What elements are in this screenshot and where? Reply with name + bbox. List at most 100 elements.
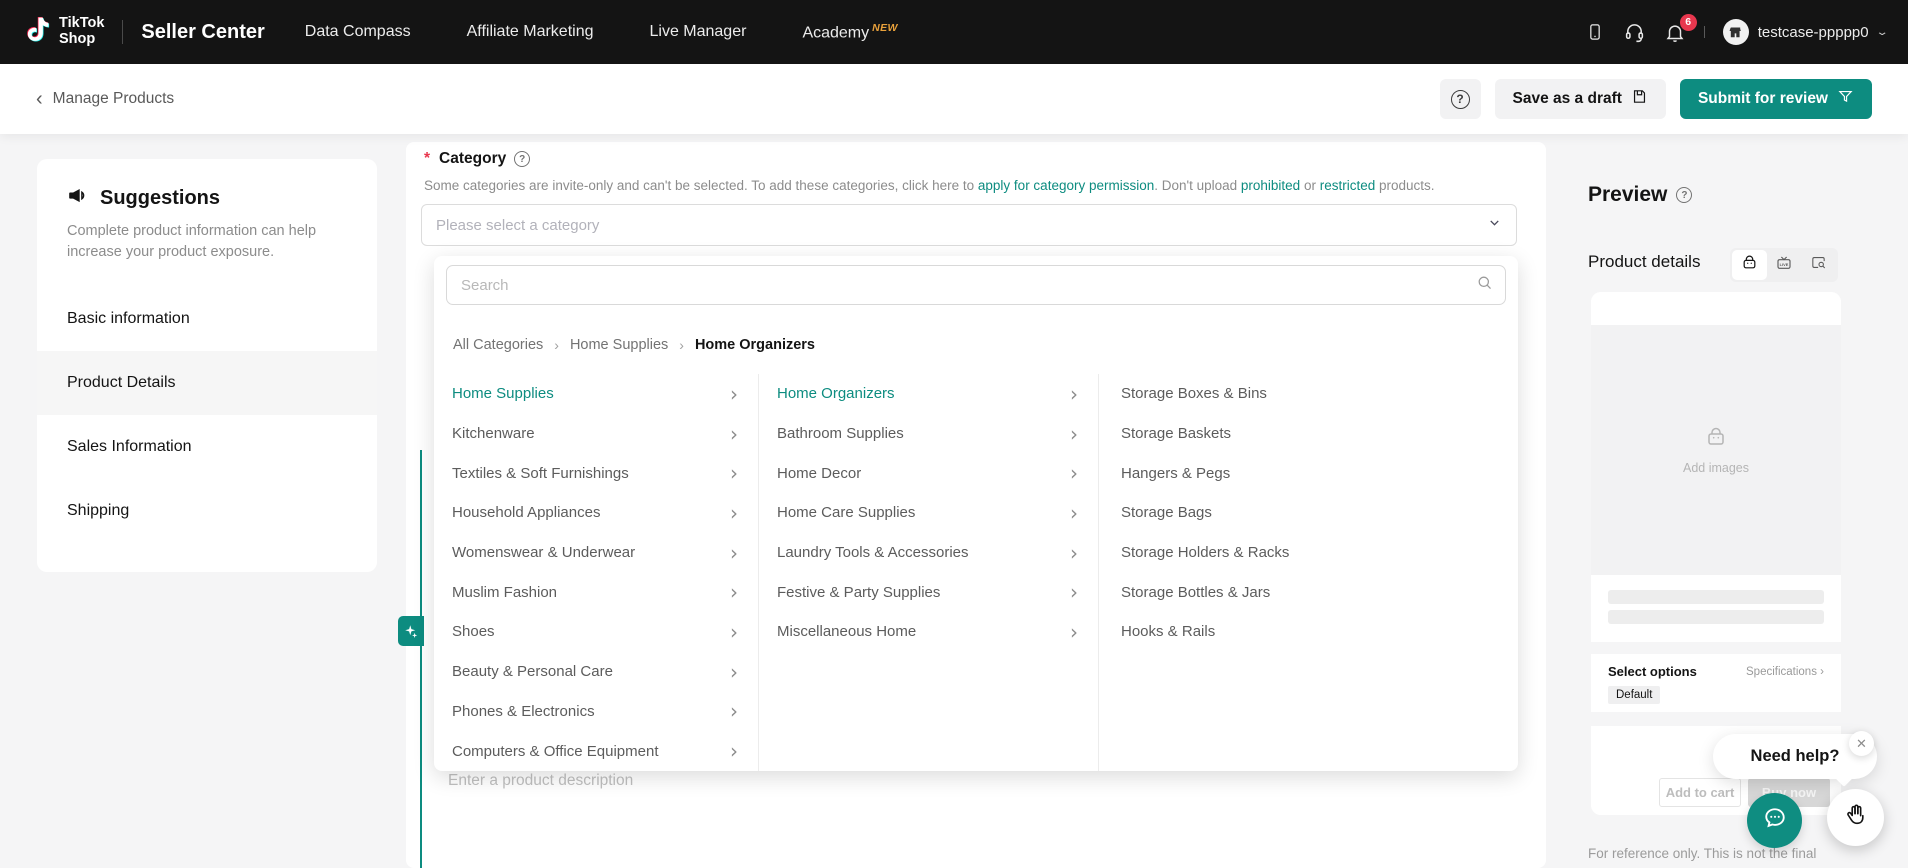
close-icon[interactable]: ✕ bbox=[1849, 731, 1874, 756]
chevron-right-icon: › bbox=[730, 741, 738, 761]
hand-cursor-button[interactable] bbox=[1827, 789, 1884, 846]
navbar-mini-divider bbox=[1704, 26, 1705, 38]
skeleton-bar bbox=[1608, 610, 1824, 624]
suggestions-nav: Basic information Product Details Sales … bbox=[37, 287, 377, 543]
category-search-input[interactable] bbox=[459, 276, 1468, 295]
category-option[interactable]: Kitchenware› bbox=[434, 414, 758, 454]
save-draft-icon bbox=[1631, 88, 1648, 110]
category-option-storage-boxes-bins[interactable]: Storage Boxes & Bins bbox=[1099, 374, 1518, 414]
chevron-right-icon: › bbox=[730, 582, 738, 602]
breadcrumb-all-categories[interactable]: All Categories bbox=[453, 337, 543, 353]
category-option[interactable]: Laundry Tools & Accessories› bbox=[759, 533, 1098, 573]
category-option[interactable]: Beauty & Personal Care› bbox=[434, 652, 758, 692]
nav-item-live-manager[interactable]: Live Manager bbox=[649, 23, 746, 41]
add-to-cart-button[interactable]: Add to cart bbox=[1659, 778, 1741, 807]
svg-text:LIVE: LIVE bbox=[1780, 261, 1789, 266]
preview-tab-search[interactable] bbox=[1801, 250, 1836, 280]
live-icon: LIVE bbox=[1775, 254, 1793, 277]
chevron-right-icon: › bbox=[730, 384, 738, 404]
category-option[interactable]: Festive & Party Supplies› bbox=[759, 572, 1098, 612]
shop-avatar bbox=[1723, 19, 1749, 45]
category-column-2: Home Organizers› Bathroom Supplies› Home… bbox=[759, 374, 1099, 771]
hand-icon bbox=[1843, 802, 1869, 833]
apply-category-permission-link[interactable]: apply for category permission bbox=[978, 178, 1154, 193]
preview-divider bbox=[1591, 712, 1841, 726]
category-option[interactable]: Muslim Fashion› bbox=[434, 572, 758, 612]
preview-image-placeholder: Add images bbox=[1591, 325, 1841, 575]
navbar-divider bbox=[122, 20, 123, 44]
description-placeholder: Enter a product description bbox=[448, 772, 633, 790]
mobile-app-icon[interactable] bbox=[1585, 20, 1605, 44]
preview-disclaimer: For reference only. This is not the fina… bbox=[1588, 846, 1898, 861]
breadcrumb-home-organizers[interactable]: Home Organizers bbox=[695, 337, 815, 353]
category-option[interactable]: Computers & Office Equipment› bbox=[434, 731, 758, 771]
category-option[interactable]: Textiles & Soft Furnishings› bbox=[434, 453, 758, 493]
category-option[interactable]: Storage Bags bbox=[1099, 493, 1518, 533]
search-page-icon bbox=[1810, 254, 1827, 276]
category-option[interactable]: Home Care Supplies› bbox=[759, 493, 1098, 533]
prohibited-link[interactable]: prohibited bbox=[1241, 178, 1300, 193]
category-help-icon[interactable]: ? bbox=[514, 151, 530, 167]
sidebar-item-basic-information[interactable]: Basic information bbox=[37, 287, 377, 351]
header-actions: ? Save as a draft Submit for review bbox=[1440, 79, 1873, 119]
restricted-link[interactable]: restricted bbox=[1320, 178, 1376, 193]
category-option[interactable]: Miscellaneous Home› bbox=[759, 612, 1098, 652]
category-option[interactable]: Storage Holders & Racks bbox=[1099, 533, 1518, 573]
category-field-label: * Category ? bbox=[424, 150, 530, 168]
category-option[interactable]: Womenswear & Underwear› bbox=[434, 533, 758, 573]
save-draft-button[interactable]: Save as a draft bbox=[1495, 79, 1666, 119]
category-search-box[interactable] bbox=[446, 265, 1506, 305]
ai-assistant-badge[interactable] bbox=[398, 616, 424, 646]
preview-tab-product[interactable] bbox=[1732, 250, 1767, 280]
notifications-bell-icon[interactable]: 6 bbox=[1664, 21, 1686, 44]
category-option-home-organizers[interactable]: Home Organizers› bbox=[759, 374, 1098, 414]
chevron-right-icon: › bbox=[730, 424, 738, 444]
category-column-3: Storage Boxes & Bins Storage Baskets Han… bbox=[1099, 374, 1518, 771]
category-option[interactable]: Hooks & Rails bbox=[1099, 612, 1518, 652]
category-option[interactable]: Bathroom Supplies› bbox=[759, 414, 1098, 454]
support-headset-icon[interactable] bbox=[1623, 21, 1646, 44]
logo-wordmark: TikTok Shop bbox=[59, 16, 104, 48]
chat-support-button[interactable] bbox=[1747, 793, 1802, 848]
category-dropdown-panel: All Categories › Home Supplies › Home Or… bbox=[434, 256, 1518, 771]
sidebar-item-shipping[interactable]: Shipping bbox=[37, 479, 377, 543]
category-option[interactable]: Shoes› bbox=[434, 612, 758, 652]
breadcrumb-home-supplies[interactable]: Home Supplies bbox=[570, 337, 668, 353]
chevron-right-icon: › bbox=[730, 463, 738, 483]
nav-item-affiliate-marketing[interactable]: Affiliate Marketing bbox=[467, 23, 594, 41]
chevron-right-icon: › bbox=[730, 622, 738, 642]
category-option[interactable]: Storage Baskets bbox=[1099, 414, 1518, 454]
chevron-right-icon: › bbox=[730, 701, 738, 721]
category-option[interactable]: Home Decor› bbox=[759, 453, 1098, 493]
help-button[interactable]: ? bbox=[1440, 79, 1481, 119]
preview-title: Preview ? bbox=[1588, 183, 1692, 207]
category-select[interactable]: Please select a category bbox=[421, 204, 1517, 246]
sidebar-item-sales-information[interactable]: Sales Information bbox=[37, 415, 377, 479]
select-chevron-down-icon bbox=[1487, 215, 1502, 235]
back-to-manage-products[interactable]: ‹ Manage Products bbox=[36, 89, 174, 109]
submit-for-review-button[interactable]: Submit for review bbox=[1680, 79, 1872, 119]
category-option-home-supplies[interactable]: Home Supplies› bbox=[434, 374, 758, 414]
seller-center-brand[interactable]: Seller Center bbox=[141, 21, 264, 44]
specifications-link[interactable]: Specifications › bbox=[1746, 666, 1824, 678]
sidebar-item-product-details[interactable]: Product Details bbox=[37, 351, 377, 415]
account-menu[interactable]: testcase-ppppp0 ⌄ bbox=[1723, 19, 1886, 45]
suggestions-panel: Suggestions Complete product information… bbox=[37, 159, 377, 572]
category-option[interactable]: Hangers & Pegs bbox=[1099, 453, 1518, 493]
select-options-label: Select options bbox=[1608, 664, 1697, 679]
category-option[interactable]: Household Appliances› bbox=[434, 493, 758, 533]
navbar-right: 6 testcase-ppppp0 ⌄ bbox=[1585, 19, 1886, 45]
chevron-right-icon: › bbox=[1070, 424, 1078, 444]
preview-tab-live[interactable]: LIVE bbox=[1767, 250, 1802, 280]
search-icon bbox=[1476, 274, 1493, 296]
chevron-right-icon: › bbox=[730, 503, 738, 523]
category-select-placeholder: Please select a category bbox=[436, 217, 599, 234]
chevron-right-icon: › bbox=[1070, 543, 1078, 563]
category-option[interactable]: Phones & Electronics› bbox=[434, 692, 758, 732]
new-badge: NEW bbox=[872, 22, 898, 34]
nav-item-data-compass[interactable]: Data Compass bbox=[305, 23, 411, 41]
preview-help-icon[interactable]: ? bbox=[1676, 187, 1692, 203]
nav-item-academy[interactable]: AcademyNEW bbox=[802, 22, 897, 42]
tiktok-shop-logo[interactable]: TikTok Shop bbox=[22, 14, 104, 51]
category-option[interactable]: Storage Bottles & Jars bbox=[1099, 572, 1518, 612]
